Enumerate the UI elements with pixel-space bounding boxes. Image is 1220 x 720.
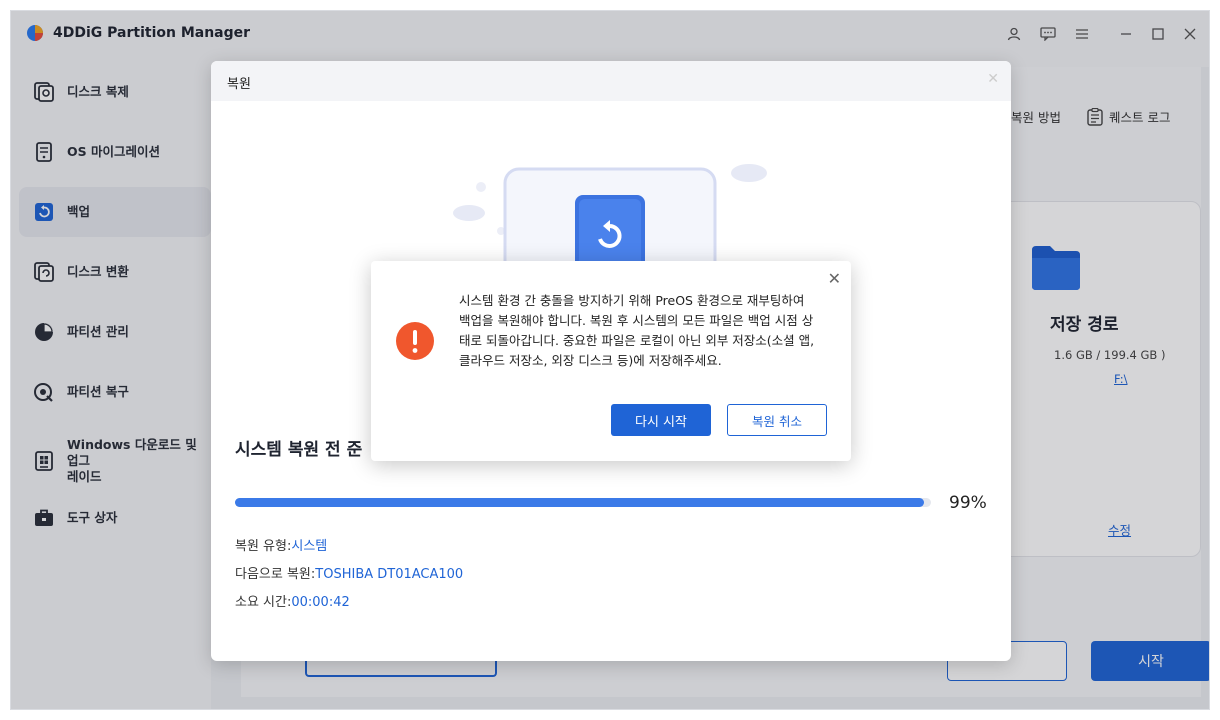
dialog-message: 시스템 환경 간 충돌을 방지하기 위해 PreOS 환경으로 재부팅하여 백업… bbox=[459, 293, 815, 368]
warning-icon bbox=[396, 322, 434, 360]
cancel-restore-button[interactable]: 복원 취소 bbox=[727, 404, 827, 436]
dialog-close-icon[interactable]: ✕ bbox=[828, 269, 841, 288]
progress-percent: 99% bbox=[949, 493, 987, 513]
restore-progress-fill bbox=[235, 498, 925, 507]
restore-type-row: 복원 유형:시스템 bbox=[235, 535, 327, 554]
restore-heading: 시스템 복원 전 준 bbox=[235, 440, 363, 460]
restore-illustration bbox=[453, 164, 767, 271]
restore-target-label: 다음으로 복원: bbox=[235, 567, 316, 582]
restore-target-row: 다음으로 복원:TOSHIBA DT01ACA100 bbox=[235, 563, 463, 582]
restore-progress-bar bbox=[235, 498, 931, 507]
elapsed-time-row: 소요 시간:00:00:42 bbox=[235, 591, 350, 610]
restore-target-value: TOSHIBA DT01ACA100 bbox=[315, 567, 464, 582]
modal-title: 복원 bbox=[227, 77, 251, 92]
restore-type-value: 시스템 bbox=[291, 539, 328, 554]
elapsed-time-label: 소요 시간: bbox=[235, 595, 292, 610]
app-window: 4DDiG Partition Manager 디스크 복제 OS 마이그레이션 bbox=[10, 10, 1210, 710]
elapsed-time-value: 00:00:42 bbox=[291, 595, 350, 610]
restore-type-label: 복원 유형: bbox=[235, 539, 292, 554]
restart-button[interactable]: 다시 시작 bbox=[611, 404, 711, 436]
modal-header: 복원 ✕ bbox=[211, 61, 1011, 101]
reboot-confirm-dialog: ✕ 시스템 환경 간 충돌을 방지하기 위해 PreOS 환경으로 재부팅하여 … bbox=[371, 261, 851, 461]
modal-close-icon[interactable]: ✕ bbox=[987, 71, 999, 87]
